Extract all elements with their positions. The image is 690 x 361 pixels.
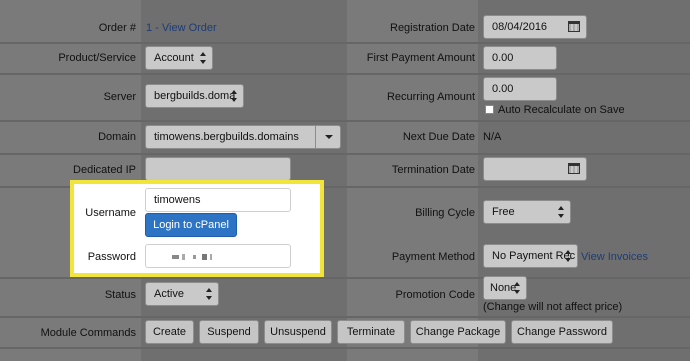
billing-cycle-label: Billing Cycle	[415, 207, 475, 219]
auto-recalculate-checkbox[interactable]	[485, 105, 494, 114]
registration-date-value: 08/04/2016	[492, 21, 548, 33]
password-mask	[202, 254, 207, 260]
select-arrows-icon	[565, 250, 572, 262]
first-payment-value: 0.00	[492, 52, 514, 64]
select-arrows-icon	[558, 206, 565, 218]
select-arrows-icon	[514, 282, 521, 294]
change-password-button[interactable]: Change Password	[511, 320, 613, 344]
password-mask	[172, 255, 179, 259]
promotion-note: (Change will not affect price)	[483, 301, 623, 313]
next-due-date-value: N/A	[483, 131, 502, 143]
termination-date-label: Termination Date	[391, 164, 475, 176]
dedicated-ip-label: Dedicated IP	[73, 164, 136, 176]
caret-down-icon	[325, 135, 333, 139]
product-select[interactable]: Account	[145, 46, 213, 70]
promotion-code-value: None	[490, 282, 517, 294]
create-button[interactable]: Create	[145, 320, 194, 344]
recurring-amount-input[interactable]: 0.00	[483, 77, 557, 101]
module-commands-label: Module Commands	[40, 327, 136, 339]
registration-date-label: Registration Date	[390, 22, 475, 34]
server-select-value: bergbuilds.doma	[154, 90, 236, 102]
server-label: Server	[103, 91, 136, 103]
billing-cycle-value: Free	[492, 206, 515, 218]
domain-label: Domain	[98, 131, 136, 143]
suspend-button[interactable]: Suspend	[199, 320, 259, 344]
username-value: timowens	[154, 194, 201, 206]
row-divider	[0, 73, 690, 75]
change-package-button[interactable]: Change Package	[410, 320, 506, 344]
next-due-date-label: Next Due Date	[402, 131, 475, 143]
termination-date-input[interactable]	[483, 157, 587, 181]
domain-input-value: timowens.bergbuilds.domains	[154, 131, 299, 143]
payment-method-value: No Payment Rec	[492, 250, 576, 262]
login-to-cpanel-button[interactable]: Login to cPanel	[145, 213, 237, 237]
password-mask	[193, 255, 196, 259]
username-input[interactable]: timowens	[145, 188, 291, 212]
password-label: Password	[87, 251, 136, 263]
dedicated-ip-input[interactable]	[145, 157, 291, 181]
row-divider	[0, 277, 690, 279]
product-select-value: Account	[154, 52, 194, 64]
terminate-button[interactable]: Terminate	[337, 320, 405, 344]
row-divider	[0, 153, 690, 155]
promotion-code-label: Promotion Code	[395, 289, 476, 301]
recurring-amount-label: Recurring Amount	[386, 91, 475, 103]
first-payment-label: First Payment Amount	[366, 52, 475, 64]
row-divider	[0, 120, 690, 122]
billing-cycle-select[interactable]: Free	[483, 200, 571, 224]
order-value: 1 - View Order	[146, 21, 217, 35]
calendar-icon[interactable]	[568, 21, 580, 32]
password-mask	[182, 254, 185, 260]
server-select[interactable]: bergbuilds.doma	[145, 84, 244, 108]
username-label: Username	[85, 207, 136, 219]
auto-recalculate-label: Auto Recalculate on Save	[498, 104, 625, 116]
calendar-icon[interactable]	[568, 163, 580, 174]
select-arrows-icon	[200, 52, 207, 64]
row-divider	[0, 316, 690, 318]
view-invoices-link[interactable]: View Invoices	[581, 250, 648, 264]
password-mask	[210, 254, 212, 260]
first-payment-input[interactable]: 0.00	[483, 46, 557, 70]
select-arrows-icon	[206, 288, 213, 300]
select-arrows-icon	[231, 90, 238, 102]
row-divider	[0, 347, 690, 349]
registration-date-input[interactable]: 08/04/2016	[483, 15, 587, 39]
promotion-code-select[interactable]: None	[483, 276, 527, 300]
status-select-value: Active	[154, 288, 184, 300]
domain-input[interactable]: timowens.bergbuilds.domains	[145, 125, 341, 149]
view-order-link[interactable]: 1 - View Order	[146, 22, 217, 34]
status-select[interactable]: Active	[145, 282, 219, 306]
payment-method-label: Payment Method	[391, 251, 475, 263]
recurring-amount-value: 0.00	[492, 83, 514, 95]
unsuspend-button[interactable]: Unsuspend	[264, 320, 332, 344]
order-label: Order #	[98, 22, 136, 34]
row-divider	[0, 42, 690, 44]
status-label: Status	[104, 289, 136, 301]
password-input[interactable]	[145, 244, 291, 268]
domain-dropdown-button[interactable]	[315, 125, 341, 149]
product-label: Product/Service	[58, 52, 136, 64]
payment-method-select[interactable]: No Payment Rec	[483, 244, 578, 268]
